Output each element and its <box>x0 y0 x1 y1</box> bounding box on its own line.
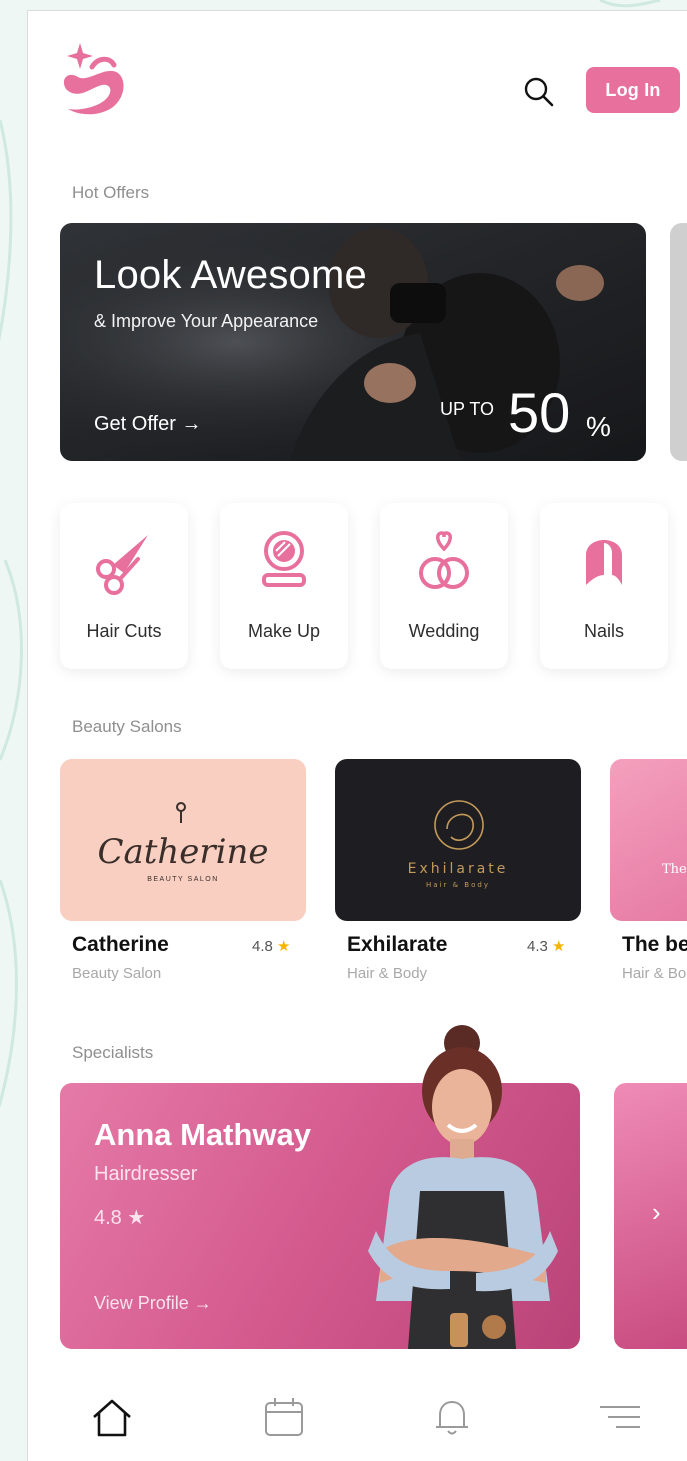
specialist-role: Hairdresser <box>94 1163 198 1185</box>
category-label: Wedding <box>408 621 480 641</box>
specialist-photo <box>368 1025 558 1349</box>
offer-discount-value: 50 <box>508 381 571 444</box>
salon-name: The be <box>622 933 687 956</box>
specialist-rating-value: 4.8 <box>94 1207 122 1229</box>
compact-mirror-icon <box>262 531 306 587</box>
chevron-right-icon: › <box>652 1197 661 1227</box>
catherine-logo-subtext: BEAUTY SALON <box>147 876 219 883</box>
offer-subtitle: & Improve Your Appearance <box>94 311 319 331</box>
salon-name: Exhilarate <box>347 933 448 956</box>
offer-upto-label: UP TO <box>440 399 495 419</box>
salon-name: Catherine <box>72 933 169 956</box>
salon-peek-logo: The <box>662 862 687 877</box>
exhilarate-logo: Exhilarate Hair & Body <box>408 800 509 889</box>
nail-icon <box>586 540 622 585</box>
view-profile-link[interactable]: View Profile → <box>94 1293 212 1314</box>
salon-logo-image: The <box>610 759 687 921</box>
category-make-up[interactable]: Make Up <box>220 503 348 669</box>
nav-menu-icon[interactable] <box>598 1395 642 1439</box>
offer-title: Look Awesome <box>94 253 367 297</box>
exhilarate-logo-text: Exhilarate <box>408 861 509 877</box>
star-icon: ★ <box>127 1207 146 1229</box>
catherine-logo-text: Catherine <box>97 832 268 872</box>
app-screen: Log In Hot Offers Look Awesome & Improve… <box>27 10 687 1461</box>
nav-bell-icon[interactable] <box>430 1395 474 1439</box>
section-title-specialists: Specialists <box>72 1043 154 1062</box>
get-offer-link[interactable]: Get Offer → <box>94 413 201 436</box>
salon-rating: 4.8 ★ <box>252 937 290 955</box>
rings-icon <box>419 531 469 589</box>
section-title-beauty-salons: Beauty Salons <box>72 717 182 736</box>
login-button[interactable]: Log In <box>586 67 680 113</box>
category-label: Nails <box>583 621 624 641</box>
catherine-logo: Catherine BEAUTY SALON <box>97 802 269 883</box>
hot-offer-banner[interactable]: Look Awesome & Improve Your Appearance G… <box>60 223 646 461</box>
next-offer-card-peek[interactable] <box>670 223 687 461</box>
category-nails[interactable]: Nails <box>540 503 668 669</box>
search-icon[interactable] <box>522 75 556 109</box>
salon-logo-image: Exhilarate Hair & Body <box>335 759 581 921</box>
scissors-icon <box>96 535 148 595</box>
salon-type: Beauty Salon <box>72 965 162 982</box>
salon-rating-value: 4.8 <box>252 938 273 955</box>
salon-logo <box>63 43 124 115</box>
salon-rating: 4.3 ★ <box>527 937 565 955</box>
salon-rating-value: 4.3 <box>527 938 548 955</box>
next-specialist-card-peek[interactable]: › <box>614 1083 687 1349</box>
section-title-hot-offers: Hot Offers <box>72 183 150 202</box>
nav-calendar-icon[interactable] <box>262 1395 306 1439</box>
salon-logo-image: Catherine BEAUTY SALON <box>60 759 306 921</box>
specialist-name: Anna Mathway <box>94 1117 312 1152</box>
star-icon: ★ <box>277 938 291 955</box>
exhilarate-logo-subtext: Hair & Body <box>426 881 490 889</box>
category-wedding[interactable]: Wedding <box>380 503 508 669</box>
category-label: Make Up <box>247 621 321 641</box>
offer-discount-unit: % <box>586 411 611 442</box>
star-icon: ★ <box>552 938 566 955</box>
category-hair-cuts[interactable]: Hair Cuts <box>60 503 188 669</box>
salon-type: Hair & Bo <box>622 965 687 982</box>
specialist-rating: 4.8 ★ <box>94 1205 145 1230</box>
category-label: Hair Cuts <box>86 621 162 641</box>
salon-peek-logo-text: The <box>662 862 687 877</box>
salon-type: Hair & Body <box>347 965 428 982</box>
nav-home-icon[interactable] <box>90 1395 134 1439</box>
